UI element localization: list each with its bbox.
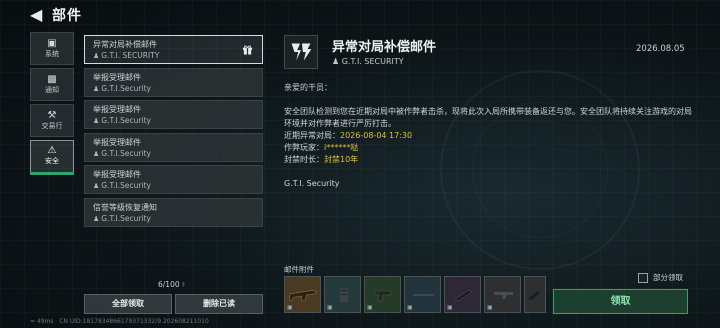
mail-item[interactable]: 举报受理邮件 ♟ G.T.I.Security (84, 100, 263, 129)
attachment-slot[interactable]: ▣ (364, 276, 401, 313)
uid-text: CN UID:1817834866179371332/9.20260821101… (59, 318, 209, 325)
category-nav: ▣ 系统 ▩ 通知 ⚒ 交易行 ⚠ 安全 (30, 32, 74, 177)
nav-item-trade[interactable]: ⚒ 交易行 (30, 104, 74, 137)
cheater-line: 作弊玩家：i******哒 (284, 142, 694, 154)
partial-claim-toggle[interactable]: 部分领取 (638, 272, 683, 283)
cheater-value: i******哒 (324, 143, 359, 152)
ping-value: 49ms (36, 318, 54, 325)
sender-name: G.T.I. SECURITY (341, 57, 404, 66)
mail-detail-sender: ♟ G.T.I. SECURITY (332, 57, 404, 66)
mail-count: 6/100? (158, 280, 185, 289)
ban-line: 封禁时长：封禁10年 (284, 154, 694, 166)
person-icon: ♟ (93, 117, 100, 125)
lock-icon: ▣ (287, 304, 293, 311)
mail-sender: G.T.I. SECURITY (101, 51, 160, 60)
attachment-slot[interactable]: ▣ (444, 276, 481, 313)
mail-item[interactable]: 信誉等级恢复通知 ♟ G.T.I.Security (84, 197, 263, 227)
cheater-label: 作弊玩家： (284, 143, 324, 152)
mail-item[interactable]: 举报受理邮件 ♟ G.T.I.Security (84, 165, 263, 194)
security-logo-icon (284, 35, 318, 69)
mail-list: 异常对局补偿邮件 ♟ G.T.I. SECURITY 举报受理邮件 ♟ G.T.I.… (84, 35, 263, 230)
checkbox[interactable] (638, 272, 648, 283)
nav-item-label: 通知 (45, 86, 59, 94)
person-icon: ♟ (93, 149, 100, 158)
stock-icon (494, 292, 513, 299)
match-line: 近期异常对局：2026-08-04 17:30 (284, 130, 694, 142)
barrel-icon (413, 294, 434, 296)
monitor-icon: ▣ (47, 38, 57, 49)
ban-value: 封禁10年 (324, 155, 359, 164)
rifle-icon (289, 290, 318, 302)
nav-item-system[interactable]: ▣ 系统 (30, 32, 74, 65)
person-icon: ♟ (93, 84, 100, 93)
mail-sender: G.T.I.Security (101, 181, 151, 190)
attachment-slot[interactable]: ▣ (404, 276, 441, 313)
nav-item-label: 安全 (45, 157, 59, 165)
mail-title: 异常对局补偿邮件 (93, 40, 157, 49)
claim-button[interactable]: 领取 (553, 289, 688, 314)
help-icon[interactable]: ? (182, 282, 185, 289)
mail-detail-title: 异常对局补偿邮件 (332, 40, 437, 55)
lock-icon: ▣ (367, 304, 373, 311)
mail-item[interactable]: 举报受理邮件 ♟ G.T.I.Security (84, 67, 263, 97)
status-bar: ≈ 49ms CN UID:1817834866179371332/9.2026… (30, 318, 209, 325)
nav-item-notice[interactable]: ▩ 通知 (30, 68, 74, 101)
nav-item-security[interactable]: ⚠ 安全 (30, 140, 74, 174)
attachment-slot[interactable]: ▣ (284, 276, 321, 313)
mail-sender: G.T.I.Security (101, 213, 151, 223)
claim-all-button[interactable]: 全部领取 (84, 294, 172, 314)
mail-title: 举报受理邮件 (93, 170, 141, 179)
nav-item-label: 系统 (45, 50, 59, 58)
partial-claim-label: 部分领取 (653, 273, 683, 282)
person-icon: ♟ (332, 57, 340, 66)
ban-label: 封禁时长： (284, 155, 324, 164)
mail-item[interactable]: 异常对局补偿邮件 ♟ G.T.I. SECURITY (84, 35, 263, 64)
part-icon (528, 291, 540, 301)
wifi-icon: ≈ (30, 318, 36, 325)
mail-title: 举报受理邮件 (93, 137, 141, 147)
mail-title: 举报受理邮件 (93, 105, 141, 114)
gift-icon (242, 45, 253, 55)
person-icon: ♟ (93, 182, 100, 190)
attachment-slot[interactable] (524, 276, 546, 313)
attachments-label: 邮件附件 (284, 265, 314, 274)
grip-icon (374, 290, 392, 302)
top-bar: ◀ 部件 (0, 0, 720, 30)
page-title: 部件 (52, 8, 82, 24)
body-paragraph: 安全团队检测到您在近期对局中被作弊者击杀，现将此次入局所携带装备返还与您。安全团… (284, 107, 692, 128)
match-value: 2026-08-04 17:30 (340, 131, 413, 140)
delete-read-button[interactable]: 删除已读 (175, 294, 263, 314)
greeting: 亲爱的干员： (284, 83, 332, 92)
mail-detail-date: 2026.08.05 (636, 44, 685, 54)
person-icon: ♟ (93, 52, 100, 60)
mail-title: 信誉等级恢复通知 (93, 202, 157, 212)
notice-icon: ▩ (47, 74, 57, 85)
signature: G.T.I. Security (284, 179, 340, 188)
person-icon: ♟ (93, 214, 100, 223)
rail-icon (454, 289, 473, 302)
match-label: 近期异常对局： (284, 131, 340, 140)
mail-count-value: 6/100 (158, 280, 180, 289)
magazine-icon (340, 288, 348, 302)
mail-item[interactable]: 举报受理邮件 ♟ G.T.I.Security (84, 132, 263, 162)
mail-body: 亲爱的干员： 安全团队检测到您在近期对局中被作弊者击杀，现将此次入局所携带装备返… (284, 82, 694, 190)
nav-item-label: 交易行 (41, 122, 63, 130)
attachment-slot[interactable]: ▣ (484, 276, 521, 313)
mail-title: 举报受理邮件 (93, 72, 141, 82)
lock-icon: ▣ (327, 304, 333, 311)
mail-sender: G.T.I.Security (101, 148, 151, 158)
attachment-slot[interactable]: ▣ (324, 276, 361, 313)
back-arrow-icon[interactable]: ◀ (30, 7, 44, 23)
mail-sender: G.T.I.Security (101, 83, 151, 93)
gavel-icon: ⚒ (47, 110, 57, 121)
warning-icon: ⚠ (47, 145, 57, 156)
lock-icon: ▣ (487, 304, 493, 311)
lock-icon: ▣ (447, 304, 453, 311)
lock-icon: ▣ (407, 304, 413, 311)
attachment-row: ▣ ▣ ▣ ▣ ▣ ▣ (284, 276, 549, 313)
mail-sender: G.T.I.Security (101, 116, 151, 125)
